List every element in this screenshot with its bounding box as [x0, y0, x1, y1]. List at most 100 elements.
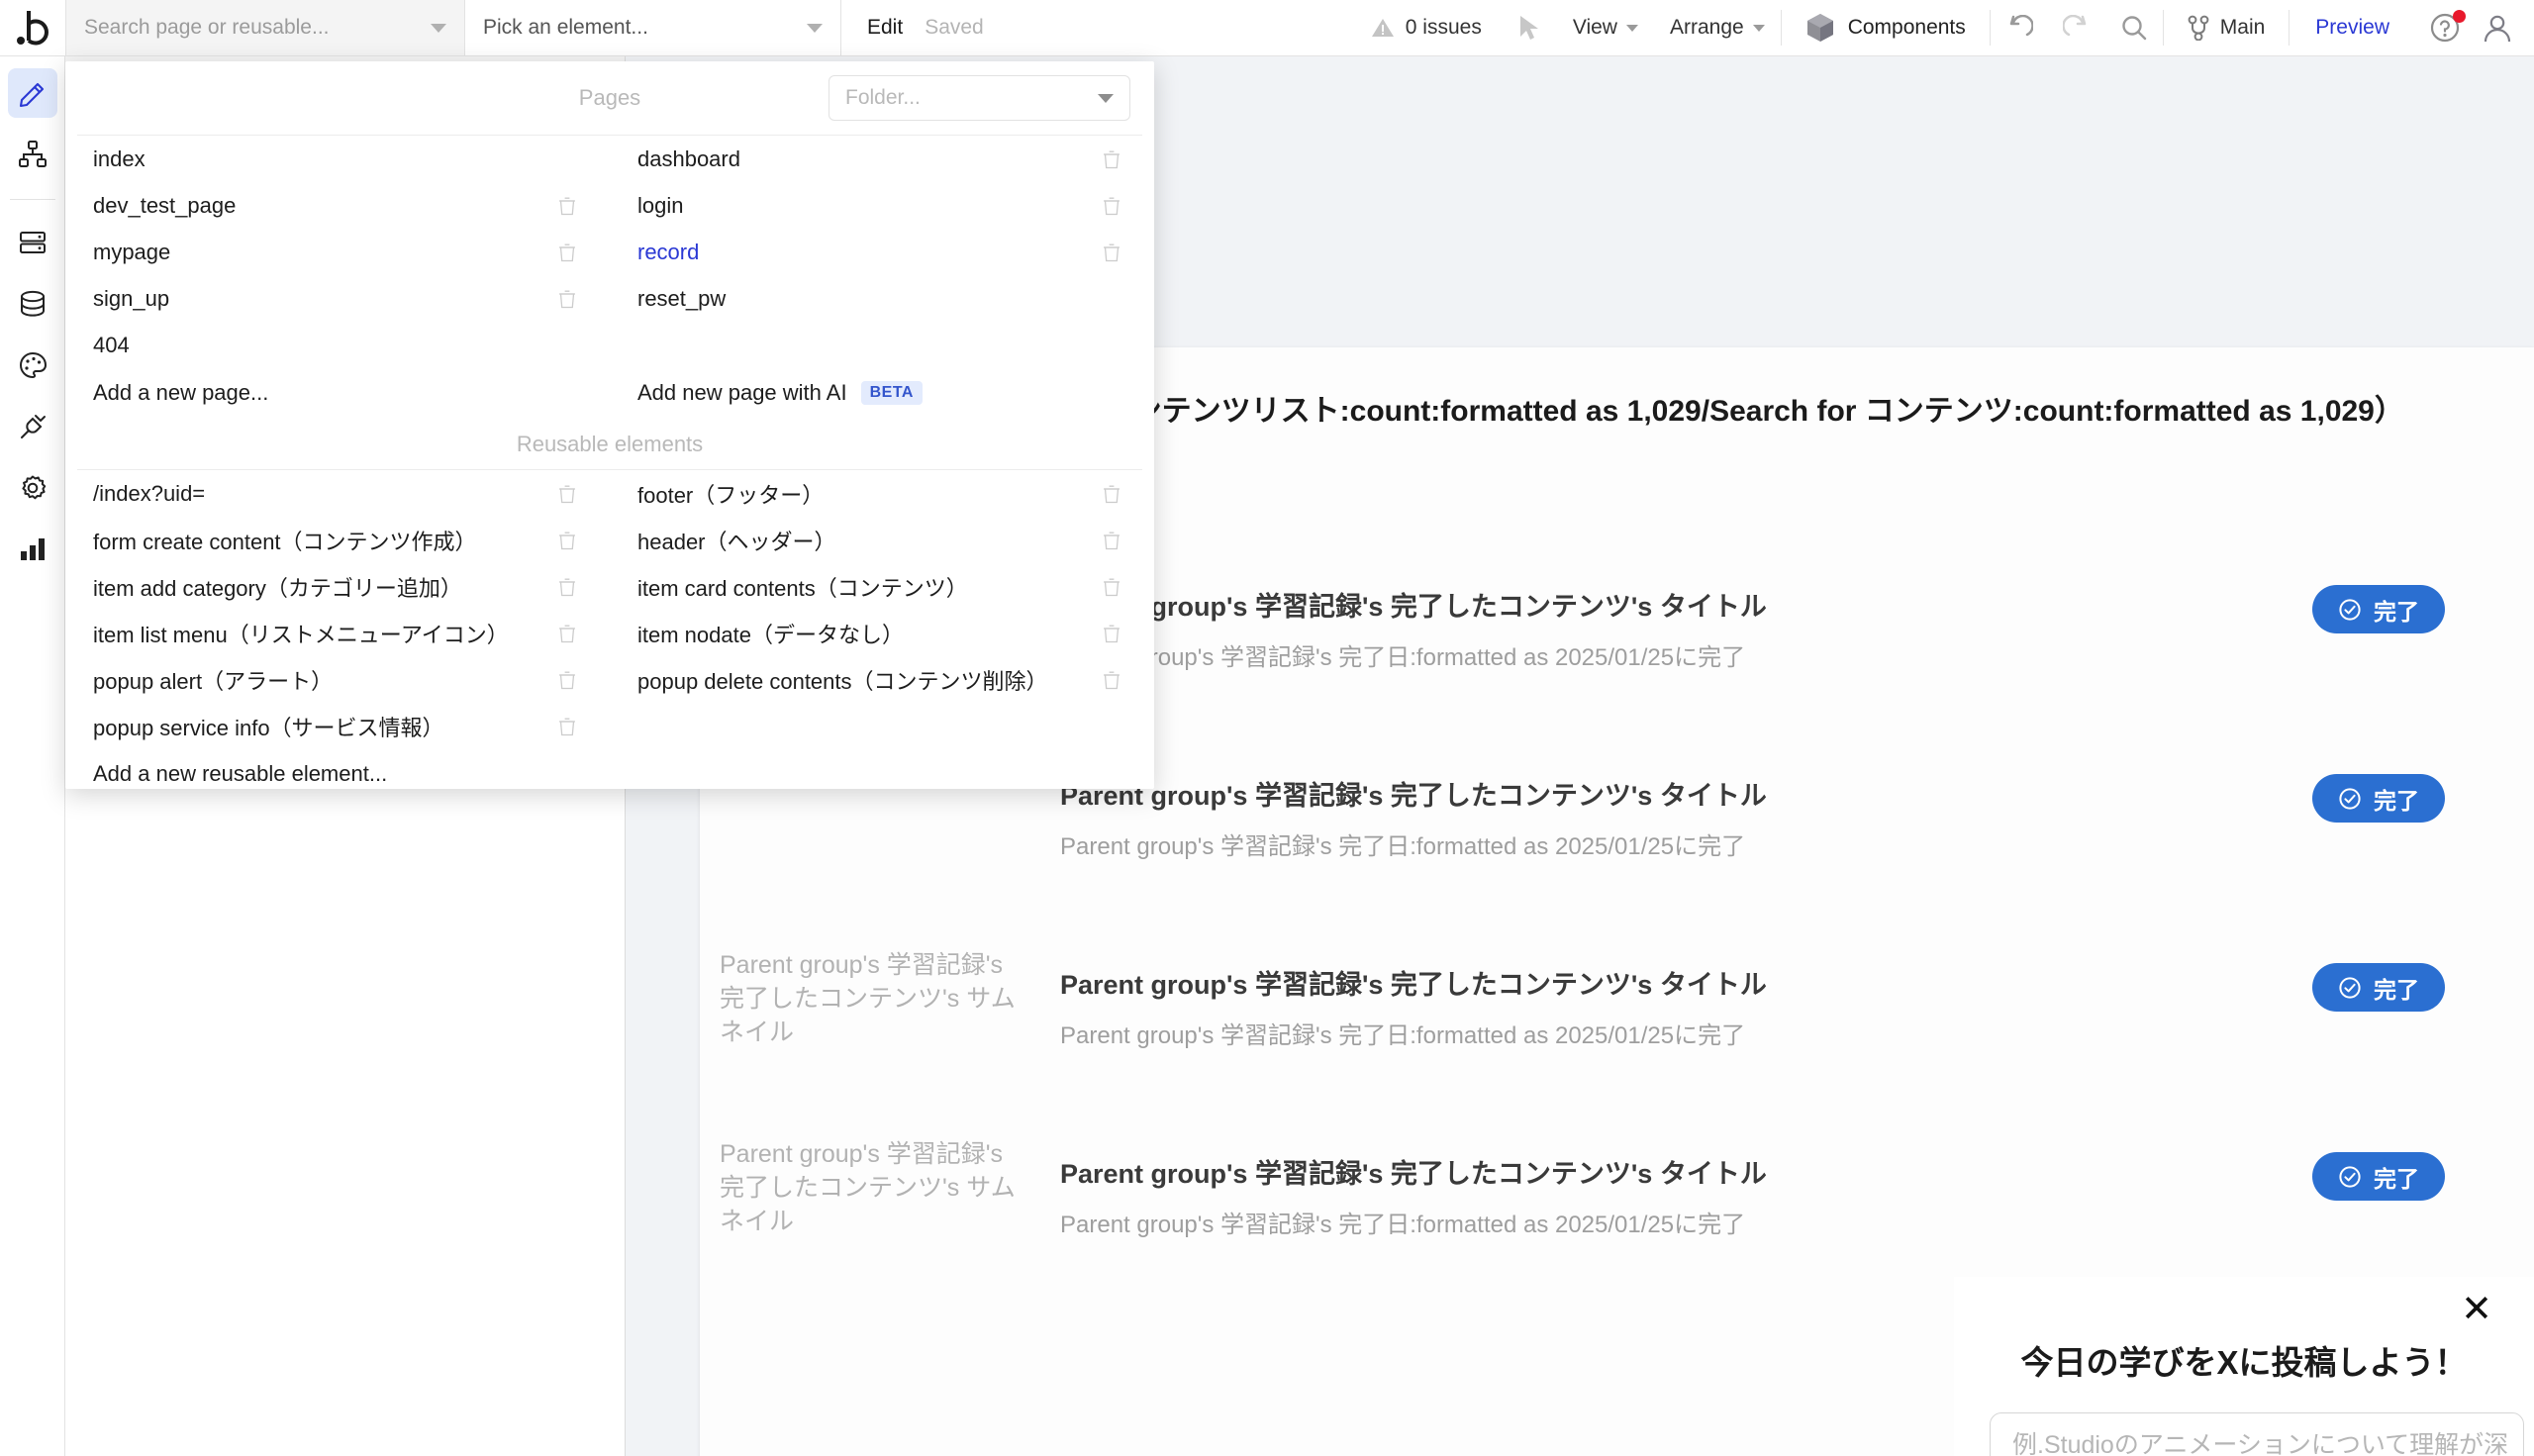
add-new-page-button[interactable]: Add a new page... — [65, 368, 610, 418]
list-item[interactable]: Parent group's 学習記録's 完了したコンテンツ's サムネイル … — [700, 920, 2534, 1109]
warning-triangle-icon — [1371, 17, 1395, 39]
trash-icon[interactable] — [558, 484, 576, 504]
reusable-label: popup delete contents（コンテンツ削除） — [637, 668, 1048, 694]
close-icon[interactable]: ✕ — [2461, 1291, 2492, 1328]
chevron-down-icon — [1625, 24, 1638, 32]
rail-item-plugins[interactable] — [8, 402, 57, 451]
trash-icon[interactable] — [558, 577, 576, 597]
reusable-item-card-contents[interactable]: item card contents（コンテンツ） — [610, 563, 1154, 610]
chevron-down-icon[interactable] — [807, 23, 823, 33]
issues-button[interactable]: 0 issues — [1349, 0, 1504, 55]
page-item-sign-up[interactable]: sign_up — [65, 275, 610, 322]
reusable-label: item nodate（データなし） — [637, 622, 904, 647]
trash-icon[interactable] — [1103, 670, 1121, 690]
trash-icon[interactable] — [1103, 243, 1121, 262]
reusable-section-title: Reusable elements — [516, 432, 704, 456]
reusable-item-footer[interactable]: footer（フッター） — [610, 470, 1154, 517]
trash-icon[interactable] — [558, 670, 576, 690]
trash-icon[interactable] — [1103, 149, 1121, 169]
trash-icon[interactable] — [1103, 196, 1121, 216]
record-date: Parent group's 学習記録's 完了日:formatted as 2… — [1060, 1022, 1746, 1049]
cursor-tool-button[interactable] — [1504, 0, 1557, 55]
view-menu[interactable]: View — [1557, 0, 1654, 55]
trash-icon[interactable] — [1103, 624, 1121, 643]
page-item-index[interactable]: index — [65, 136, 610, 182]
undo-button[interactable] — [1991, 0, 2048, 55]
reusable-item-form-create-content[interactable]: form create content（コンテンツ作成） — [65, 517, 610, 563]
reusable-label: popup service info（サービス情報） — [93, 715, 444, 740]
trash-icon[interactable] — [1103, 531, 1121, 550]
trash-icon[interactable] — [558, 196, 576, 216]
rail-item-logs[interactable] — [8, 525, 57, 574]
trash-icon[interactable] — [558, 531, 576, 550]
reusables-grid: /index?uid= form create content（コンテンツ作成）… — [65, 470, 1154, 799]
list-item[interactable]: Parent group's 学習記録's 完了したコンテンツ's サムネイル … — [700, 1109, 2534, 1298]
page-item-reset-pw[interactable]: reset_pw — [610, 275, 1154, 322]
rail-item-settings[interactable] — [8, 463, 57, 513]
reusable-item-header[interactable]: header（ヘッダー） — [610, 517, 1154, 563]
page-item-record[interactable]: record — [610, 229, 1154, 275]
reusable-item-popup-alert[interactable]: popup alert（アラート） — [65, 656, 610, 703]
help-button[interactable] — [2415, 0, 2475, 55]
trash-icon[interactable] — [1103, 484, 1121, 504]
reusable-label: item add category（カテゴリー追加） — [93, 575, 462, 601]
reusables-column-right: footer（フッター） header（ヘッダー） item card cont… — [610, 470, 1154, 799]
add-new-reusable-label: Add a new reusable element... — [93, 761, 388, 786]
trash-icon[interactable] — [558, 624, 576, 643]
avatar[interactable] — [2475, 0, 2534, 55]
reusable-item-popup-service-info[interactable]: popup service info（サービス情報） — [65, 703, 610, 749]
rail-item-data[interactable] — [8, 279, 57, 329]
pick-element-dropdown[interactable]: Pick an element... — [465, 0, 841, 55]
search-icon[interactable] — [2105, 0, 2163, 55]
add-new-reusable-button[interactable]: Add a new reusable element... — [65, 749, 610, 799]
reusable-item-popup-delete-contents[interactable]: popup delete contents（コンテンツ削除） — [610, 656, 1154, 703]
reusables-column-left: /index?uid= form create content（コンテンツ作成）… — [65, 470, 610, 799]
rail-divider — [9, 199, 55, 200]
rail-item-workflow[interactable] — [8, 130, 57, 179]
reusable-label: /index?uid= — [93, 480, 206, 506]
page-item-dev-test-page[interactable]: dev_test_page — [65, 182, 610, 229]
check-circle-icon — [2338, 976, 2362, 1000]
pages-grid: index dev_test_page mypage sign_up 404 A… — [65, 136, 1154, 418]
status-badge[interactable]: 完了 — [2312, 963, 2445, 1012]
branch-selector[interactable]: Main — [2164, 0, 2290, 55]
x-post-input[interactable]: 例.Studioのアニメーションについて理解が深 — [1990, 1412, 2524, 1456]
trash-icon[interactable] — [558, 243, 576, 262]
edit-label[interactable]: Edit — [867, 16, 903, 40]
preview-button[interactable]: Preview — [2290, 0, 2415, 55]
status-badge[interactable]: 完了 — [2312, 774, 2445, 823]
reusable-item-add-category[interactable]: item add category（カテゴリー追加） — [65, 563, 610, 610]
bubble-logo-icon[interactable] — [0, 0, 65, 55]
page-item-login[interactable]: login — [610, 182, 1154, 229]
folder-filter-dropdown[interactable]: Folder... — [828, 75, 1130, 121]
page-item-404[interactable]: 404 — [65, 322, 610, 368]
check-circle-icon — [2338, 1165, 2362, 1189]
components-button[interactable]: Components — [1782, 0, 1990, 55]
branch-icon — [2188, 15, 2209, 41]
page-item-dashboard[interactable]: dashboard — [610, 136, 1154, 182]
reusable-item-index-uid[interactable]: /index?uid= — [65, 470, 610, 517]
arrange-menu[interactable]: Arrange — [1654, 0, 1781, 55]
check-circle-icon — [2338, 787, 2362, 811]
record-title: Parent group's 学習記録's 完了したコンテンツ's タイトル — [1060, 592, 1767, 622]
redo-button[interactable] — [2048, 0, 2105, 55]
rail-item-design[interactable] — [7, 68, 57, 118]
search-page-input[interactable]: Search page or reusable... — [65, 0, 465, 55]
chevron-down-icon[interactable] — [431, 23, 446, 33]
status-badge[interactable]: 完了 — [2312, 585, 2445, 633]
page-label: dashboard — [637, 146, 740, 171]
record-thumbnail-text: Parent group's 学習記録's 完了したコンテンツ's サムネイル — [720, 951, 1016, 1046]
pages-dropdown-panel: Pages Folder... index dev_test_page mypa… — [65, 61, 1154, 789]
trash-icon[interactable] — [558, 289, 576, 309]
trash-icon[interactable] — [1103, 577, 1121, 597]
folder-placeholder: Folder... — [845, 86, 921, 109]
add-new-page-with-ai-button[interactable]: Add new page with AI BETA — [610, 368, 1154, 418]
page-item-mypage[interactable]: mypage — [65, 229, 610, 275]
notification-dot — [2453, 10, 2466, 23]
rail-item-api[interactable] — [8, 218, 57, 267]
status-badge[interactable]: 完了 — [2312, 1152, 2445, 1201]
trash-icon[interactable] — [558, 717, 576, 736]
reusable-item-list-menu[interactable]: item list menu（リストメニューアイコン） — [65, 610, 610, 656]
reusable-item-nodate[interactable]: item nodate（データなし） — [610, 610, 1154, 656]
rail-item-styles[interactable] — [8, 340, 57, 390]
